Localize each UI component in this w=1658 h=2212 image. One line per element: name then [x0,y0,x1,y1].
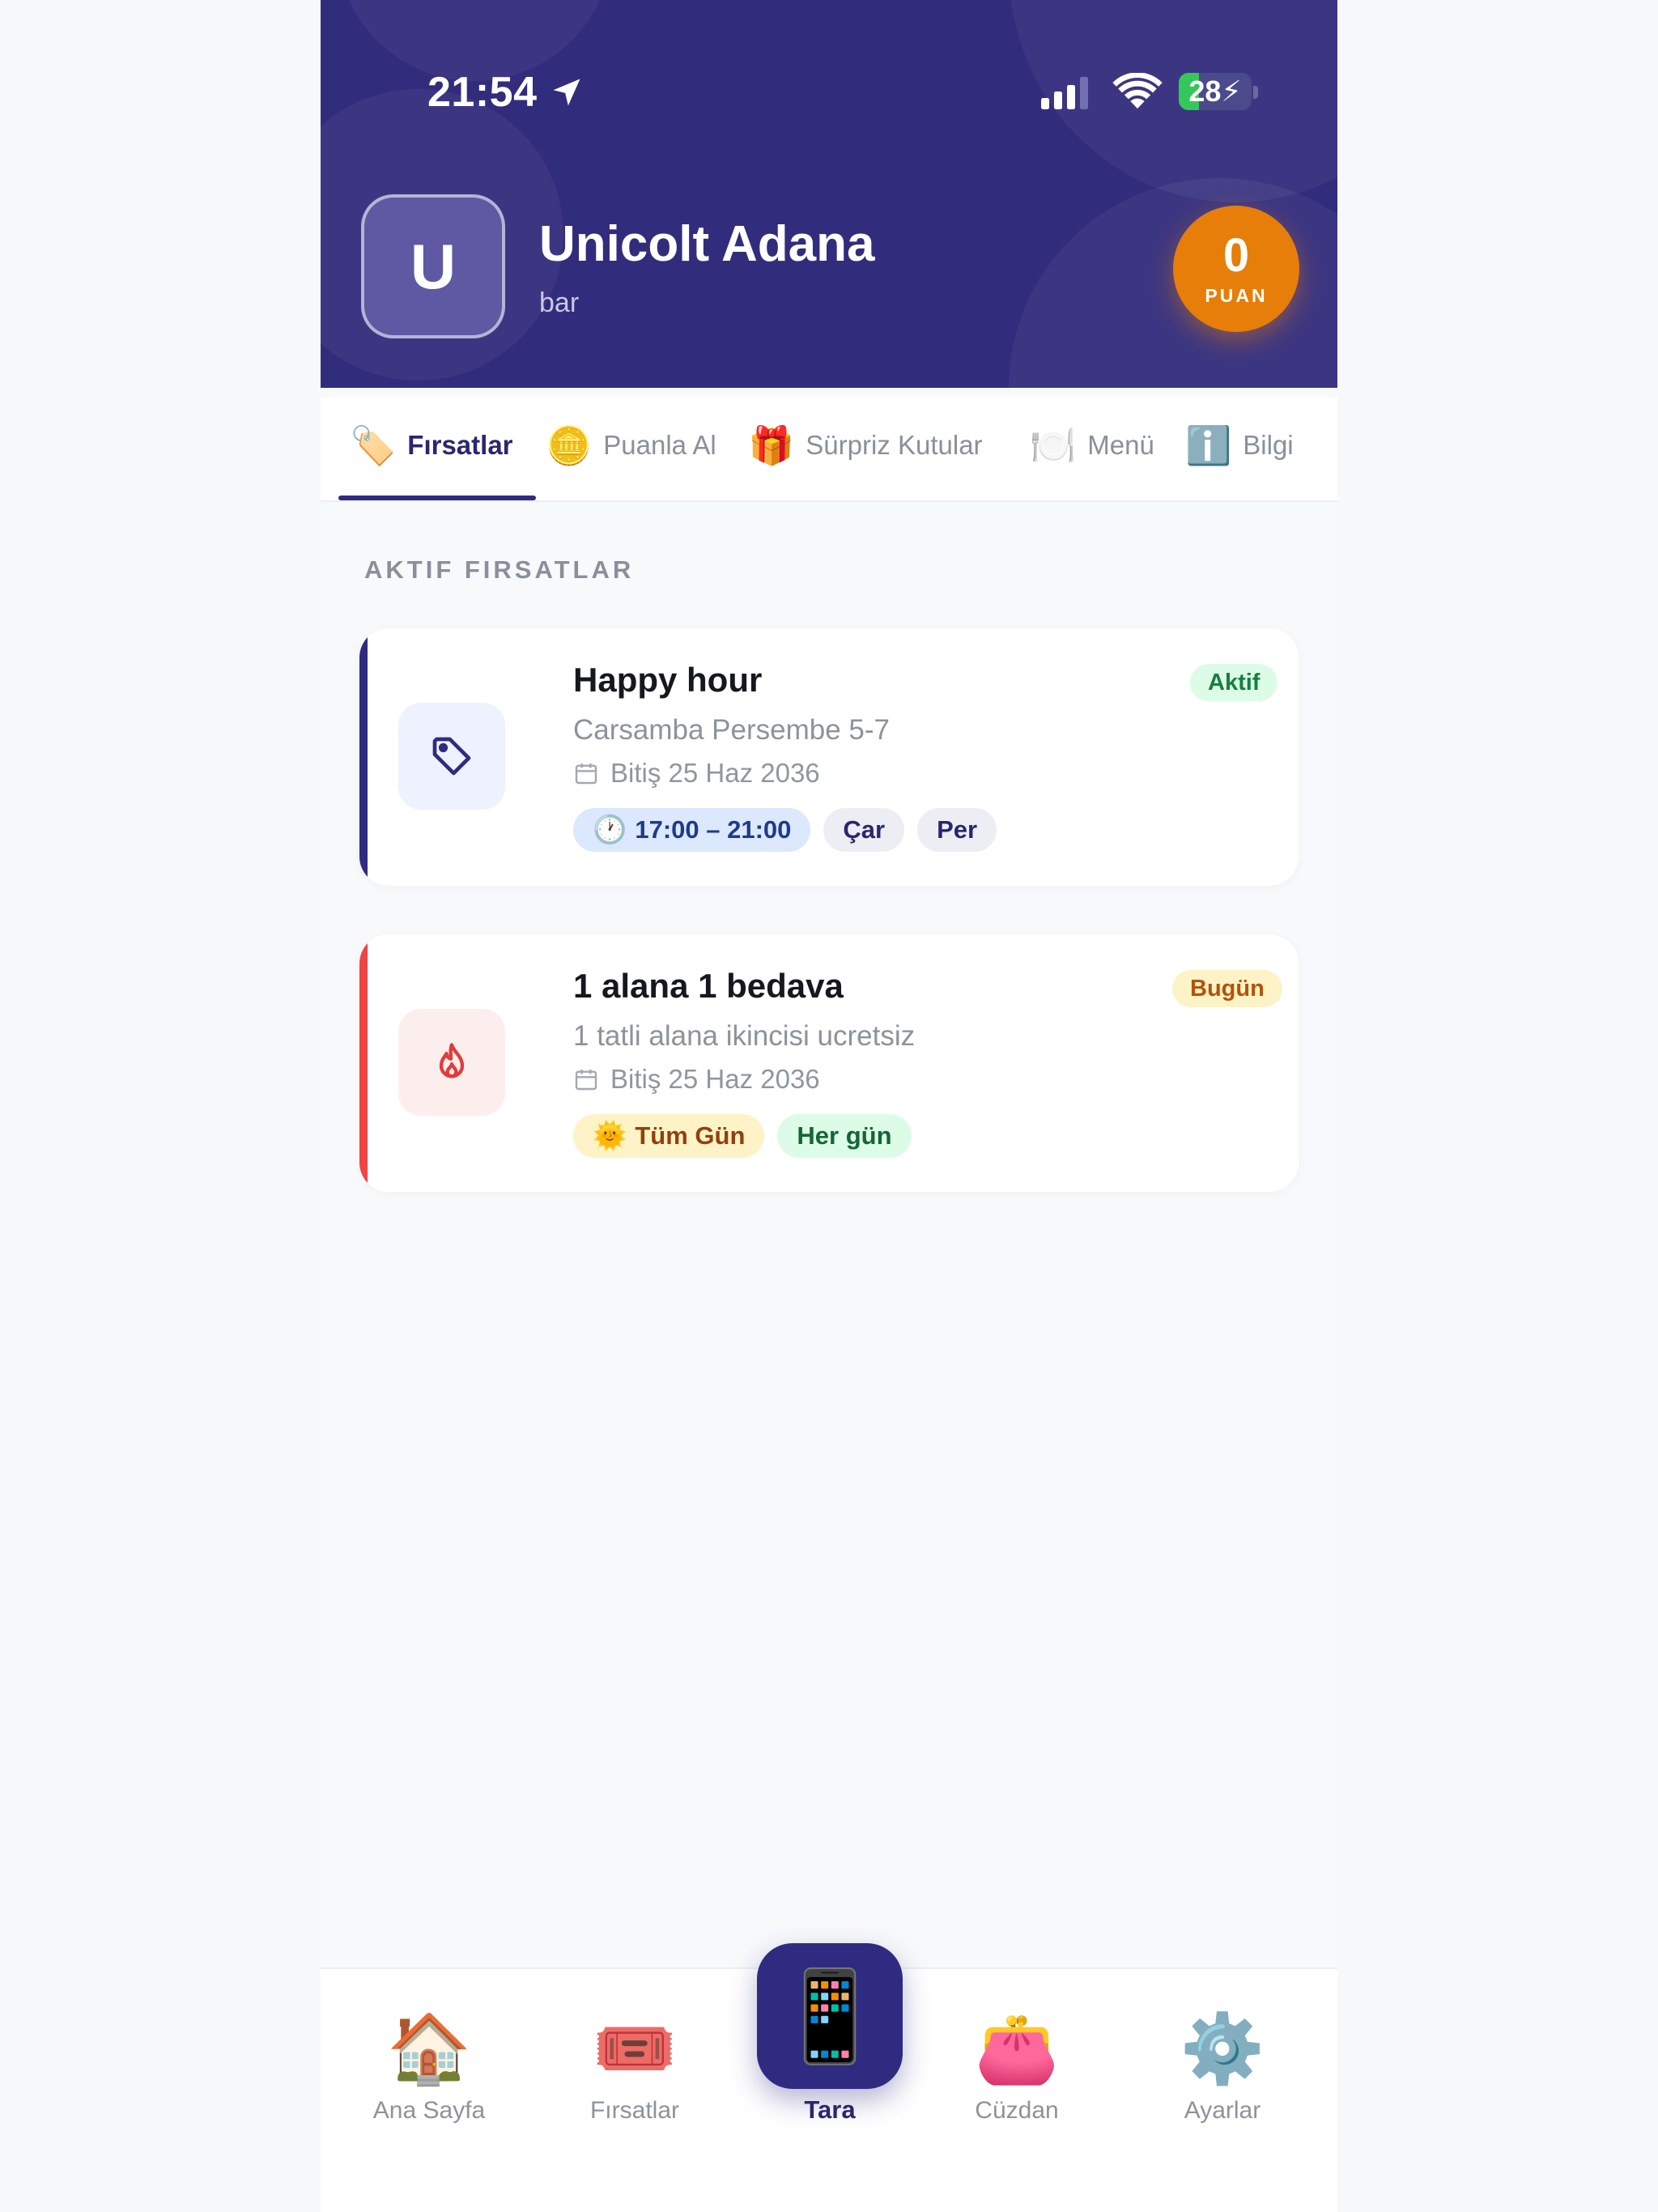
info-icon: ℹ️ [1185,423,1232,466]
tab-label: Puanla Al [603,430,716,460]
time-chip: 🕐 17:00 – 21:00 [573,808,811,852]
time-chip-text: Tüm Gün [635,1121,746,1150]
nav-item-firsatlar[interactable]: 🎟️ Fırsatlar [546,2010,724,2125]
plate-icon: 🍽️ [1030,423,1077,466]
deal-card[interactable]: 1 alana 1 bedava 1 tatli alana ikincisi … [359,934,1299,1192]
deal-card[interactable]: Happy hour Carsamba Persembe 5-7 Bitiş 2… [359,628,1299,886]
deal-title: 1 alana 1 bedava [573,967,844,1005]
phone-icon: 📱 [774,1966,886,2066]
venue-type: bar [539,287,580,318]
section-title: AKTIF FIRSATLAR [364,555,635,584]
gift-icon: 🎁 [748,423,795,466]
app-screen: 21:54 28 ⚡ U Unicolt Adana bar 0 PUAN 🏷️… [321,0,1337,2212]
deal-description: Carsamba Persembe 5-7 [573,714,890,746]
day-chip: Çar [823,808,905,852]
ticket-icon: 🎟️ [592,2010,678,2087]
card-accent-bar [359,628,368,886]
deal-description: 1 tatli alana ikincisi ucretsiz [573,1020,916,1052]
venue-avatar: U [361,194,505,338]
battery-nub [1253,86,1258,99]
tab-label: Fırsatlar [407,430,513,460]
sun-icon: 🌞 [593,1121,627,1151]
active-tab-indicator [338,496,536,500]
battery-percent: 28 ⚡ [1179,73,1252,110]
deal-title: Happy hour [573,661,763,699]
cellular-signal-icon [1041,77,1088,109]
points-value: 0 [1222,228,1250,282]
deal-chips: 🌞 Tüm Gün Her gün [573,1114,925,1158]
coin-icon: 🪙 [546,423,593,466]
wifi-icon [1112,73,1163,109]
battery-text: 28 [1188,74,1222,108]
scan-label: Tara [804,2095,856,2124]
points-badge[interactable]: 0 PUAN [1173,206,1299,332]
calendar-icon [575,1070,597,1091]
price-tag-icon: 🏷️ [350,423,397,466]
tab-puanla-al[interactable]: 🪙 Puanla Al [546,421,716,470]
tab-bilgi[interactable]: ℹ️ Bilgi [1185,421,1294,470]
nav-label: Cüzdan [975,2097,1059,2124]
day-chip: Her gün [777,1114,912,1158]
tab-label: Menü [1087,430,1154,460]
nav-label: Fırsatlar [589,2097,679,2124]
tab-surpriz-kutular[interactable]: 🎁 Sürpriz Kutular [748,421,983,470]
tag-icon [398,703,505,810]
tab-firsatlar[interactable]: 🏷️ Fırsatlar [350,421,513,470]
nav-item-ayarlar[interactable]: ⚙️ Ayarlar [1133,2010,1312,2125]
time-chip: 🌞 Tüm Gün [573,1114,765,1158]
calendar-icon [575,764,597,785]
tab-menu[interactable]: 🍽️ Menü [1030,421,1154,470]
scan-button[interactable]: 📱 [757,1943,903,2089]
card-accent-bar [359,934,368,1192]
status-badge: Bugün [1172,970,1282,1007]
deal-expiry: Bitiş 25 Haz 2036 [573,1064,820,1095]
house-icon: 🏠 [386,2010,472,2087]
flame-icon [398,1009,505,1116]
tab-label: Sürpriz Kutular [806,430,983,460]
gear-icon: ⚙️ [1180,2010,1265,2087]
charging-bolt-icon: ⚡ [1221,74,1242,108]
day-chip: Per [917,808,997,852]
deal-expiry: Bitiş 25 Haz 2036 [573,758,820,789]
clock-icon: 🕐 [593,815,627,845]
status-time: 21:54 [427,69,538,116]
nav-label: Ana Sayfa [372,2097,486,2124]
points-label: PUAN [1205,284,1268,306]
venue-header: 21:54 28 ⚡ U Unicolt Adana bar 0 PUAN [321,0,1337,388]
deal-expiry-text: Bitiş 25 Haz 2036 [610,758,820,788]
time-chip-text: 17:00 – 21:00 [635,815,792,844]
deal-expiry-text: Bitiş 25 Haz 2036 [610,1064,820,1094]
deal-chips: 🕐 17:00 – 21:00 Çar Per [573,808,1010,852]
nav-item-cuzdan[interactable]: 👛 Cüzdan [928,2010,1106,2125]
battery-indicator: 28 ⚡ [1179,73,1252,110]
status-badge: Aktif [1190,664,1278,701]
location-arrow-icon [553,79,580,106]
purse-icon: 👛 [974,2010,1060,2087]
tab-label: Bilgi [1243,430,1294,460]
nav-item-ana-sayfa[interactable]: 🏠 Ana Sayfa [340,2010,518,2125]
nav-label: Ayarlar [1184,2097,1261,2124]
venue-name: Unicolt Adana [539,216,875,272]
venue-tabs: 🏷️ Fırsatlar 🪙 Puanla Al 🎁 Sürpriz Kutul… [321,397,1337,502]
